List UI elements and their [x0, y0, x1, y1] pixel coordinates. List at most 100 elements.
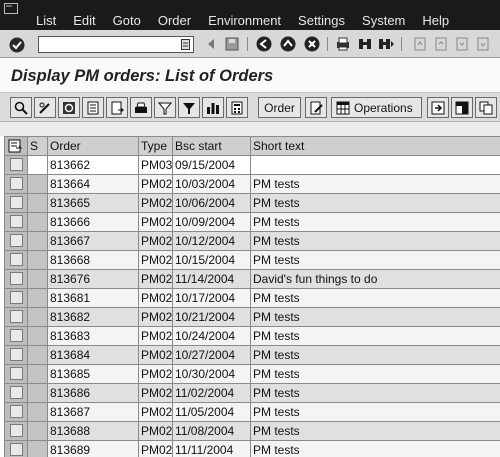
menu-help[interactable]: Help — [422, 13, 449, 28]
back-icon[interactable] — [256, 36, 272, 52]
table-row[interactable]: 813681 PM02 10/17/2004 PM tests — [4, 288, 500, 308]
table-row[interactable]: 813665 PM02 10/06/2004 PM tests — [4, 193, 500, 213]
table-row[interactable]: 813682 PM02 10/21/2004 PM tests — [4, 307, 500, 327]
save-icon[interactable] — [224, 36, 240, 52]
row-selector[interactable] — [4, 364, 28, 384]
table-row[interactable]: 813668 PM02 10/15/2004 PM tests — [4, 250, 500, 270]
row-select-box[interactable] — [10, 272, 23, 285]
find-next-icon[interactable] — [378, 36, 394, 52]
order-number[interactable]: 813688 — [47, 421, 139, 441]
refresh-button[interactable] — [58, 97, 80, 118]
command-input[interactable] — [39, 37, 179, 53]
menu-edit[interactable]: Edit — [73, 13, 95, 28]
table-row[interactable]: 813666 PM02 10/09/2004 PM tests — [4, 212, 500, 232]
row-select-box[interactable] — [10, 386, 23, 399]
next-page-icon[interactable] — [454, 36, 470, 52]
system-menu-icon[interactable] — [4, 3, 18, 14]
column-header-short-text[interactable]: Short text — [250, 136, 500, 156]
column-header-type[interactable]: Type — [138, 136, 173, 156]
select-all-icon[interactable] — [8, 139, 23, 153]
previous-page-icon[interactable] — [433, 36, 449, 52]
table-row[interactable]: 813684 PM02 10/27/2004 PM tests — [4, 345, 500, 365]
row-select-box[interactable] — [10, 215, 23, 228]
row-selector[interactable] — [4, 326, 28, 346]
column-header-basic-start[interactable]: Bsc start — [172, 136, 251, 156]
table-row[interactable]: 813685 PM02 10/30/2004 PM tests — [4, 364, 500, 384]
table-row[interactable]: 813676 PM02 11/14/2004 David's fun things t… — [4, 269, 500, 289]
order-number[interactable]: 813682 — [47, 307, 139, 327]
menu-environment[interactable]: Environment — [208, 13, 281, 28]
order-number[interactable]: 813689 — [47, 440, 139, 457]
command-field[interactable] — [38, 36, 194, 53]
command-history-icon[interactable] — [181, 39, 190, 50]
enter-check-icon[interactable] — [9, 37, 25, 53]
row-select-box[interactable] — [10, 329, 23, 342]
table-row[interactable]: 813688 PM02 11/08/2004 PM tests — [4, 421, 500, 441]
row-selector[interactable] — [4, 155, 28, 175]
order-number[interactable]: 813681 — [47, 288, 139, 308]
exit-icon[interactable] — [280, 36, 296, 52]
change-button[interactable] — [34, 97, 56, 118]
table-row[interactable]: 813689 PM02 11/11/2004 PM tests — [4, 440, 500, 457]
row-select-box[interactable] — [10, 158, 23, 171]
row-select-box[interactable] — [10, 367, 23, 380]
row-select-box[interactable] — [10, 310, 23, 323]
row-selector[interactable] — [4, 212, 28, 232]
row-select-box[interactable] — [10, 234, 23, 247]
row-selector[interactable] — [4, 383, 28, 403]
last-page-icon[interactable] — [475, 36, 491, 52]
operations-button[interactable]: Operations — [331, 97, 422, 118]
order-number[interactable]: 813684 — [47, 345, 139, 365]
document-button[interactable] — [82, 97, 104, 118]
order-number[interactable]: 813666 — [47, 212, 139, 232]
order-number[interactable]: 813683 — [47, 326, 139, 346]
row-selector[interactable] — [4, 288, 28, 308]
first-page-icon[interactable] — [412, 36, 428, 52]
menu-list[interactable]: List — [36, 13, 56, 28]
object-list-button[interactable] — [106, 97, 128, 118]
table-row[interactable]: 813667 PM02 10/12/2004 PM tests — [4, 231, 500, 251]
select-all-cell[interactable] — [4, 136, 28, 156]
order-number[interactable]: 813687 — [47, 402, 139, 422]
order-number[interactable]: 813676 — [47, 269, 139, 289]
order-number[interactable]: 813668 — [47, 250, 139, 270]
row-selector[interactable] — [4, 174, 28, 194]
row-select-box[interactable] — [10, 443, 23, 456]
order-number[interactable]: 813665 — [47, 193, 139, 213]
menu-order[interactable]: Order — [158, 13, 191, 28]
details-button[interactable] — [10, 97, 32, 118]
table-row[interactable]: 813687 PM02 11/05/2004 PM tests — [4, 402, 500, 422]
export-button[interactable] — [427, 97, 449, 118]
order-number[interactable]: 813667 — [47, 231, 139, 251]
row-select-box[interactable] — [10, 348, 23, 361]
row-selector[interactable] — [4, 231, 28, 251]
menu-settings[interactable]: Settings — [298, 13, 345, 28]
order-number[interactable]: 813685 — [47, 364, 139, 384]
calculator-button[interactable] — [226, 97, 248, 118]
order-number[interactable]: 813662 — [47, 155, 139, 175]
row-selector[interactable] — [4, 269, 28, 289]
cancel-icon[interactable] — [304, 36, 320, 52]
row-selector[interactable] — [4, 193, 28, 213]
find-icon[interactable] — [357, 36, 373, 52]
row-select-box[interactable] — [10, 291, 23, 304]
column-header-order[interactable]: Order — [47, 136, 139, 156]
layout-button[interactable] — [451, 97, 473, 118]
row-selector[interactable] — [4, 440, 28, 457]
edit-document-button[interactable] — [305, 97, 327, 118]
table-row[interactable]: 813664 PM02 10/03/2004 PM tests — [4, 174, 500, 194]
row-selector[interactable] — [4, 402, 28, 422]
order-number[interactable]: 813686 — [47, 383, 139, 403]
copy-button[interactable] — [475, 97, 497, 118]
row-selector[interactable] — [4, 345, 28, 365]
collapse-arrow-icon[interactable] — [203, 36, 219, 52]
order-number[interactable]: 813664 — [47, 174, 139, 194]
totals-button[interactable] — [202, 97, 224, 118]
row-select-box[interactable] — [10, 424, 23, 437]
table-row[interactable]: 813686 PM02 11/02/2004 PM tests — [4, 383, 500, 403]
table-row[interactable]: 813662 PM03 09/15/2004 — [4, 155, 500, 175]
row-select-box[interactable] — [10, 253, 23, 266]
row-select-box[interactable] — [10, 405, 23, 418]
table-row[interactable]: 813683 PM02 10/24/2004 PM tests — [4, 326, 500, 346]
column-header-status[interactable]: S — [27, 136, 48, 156]
